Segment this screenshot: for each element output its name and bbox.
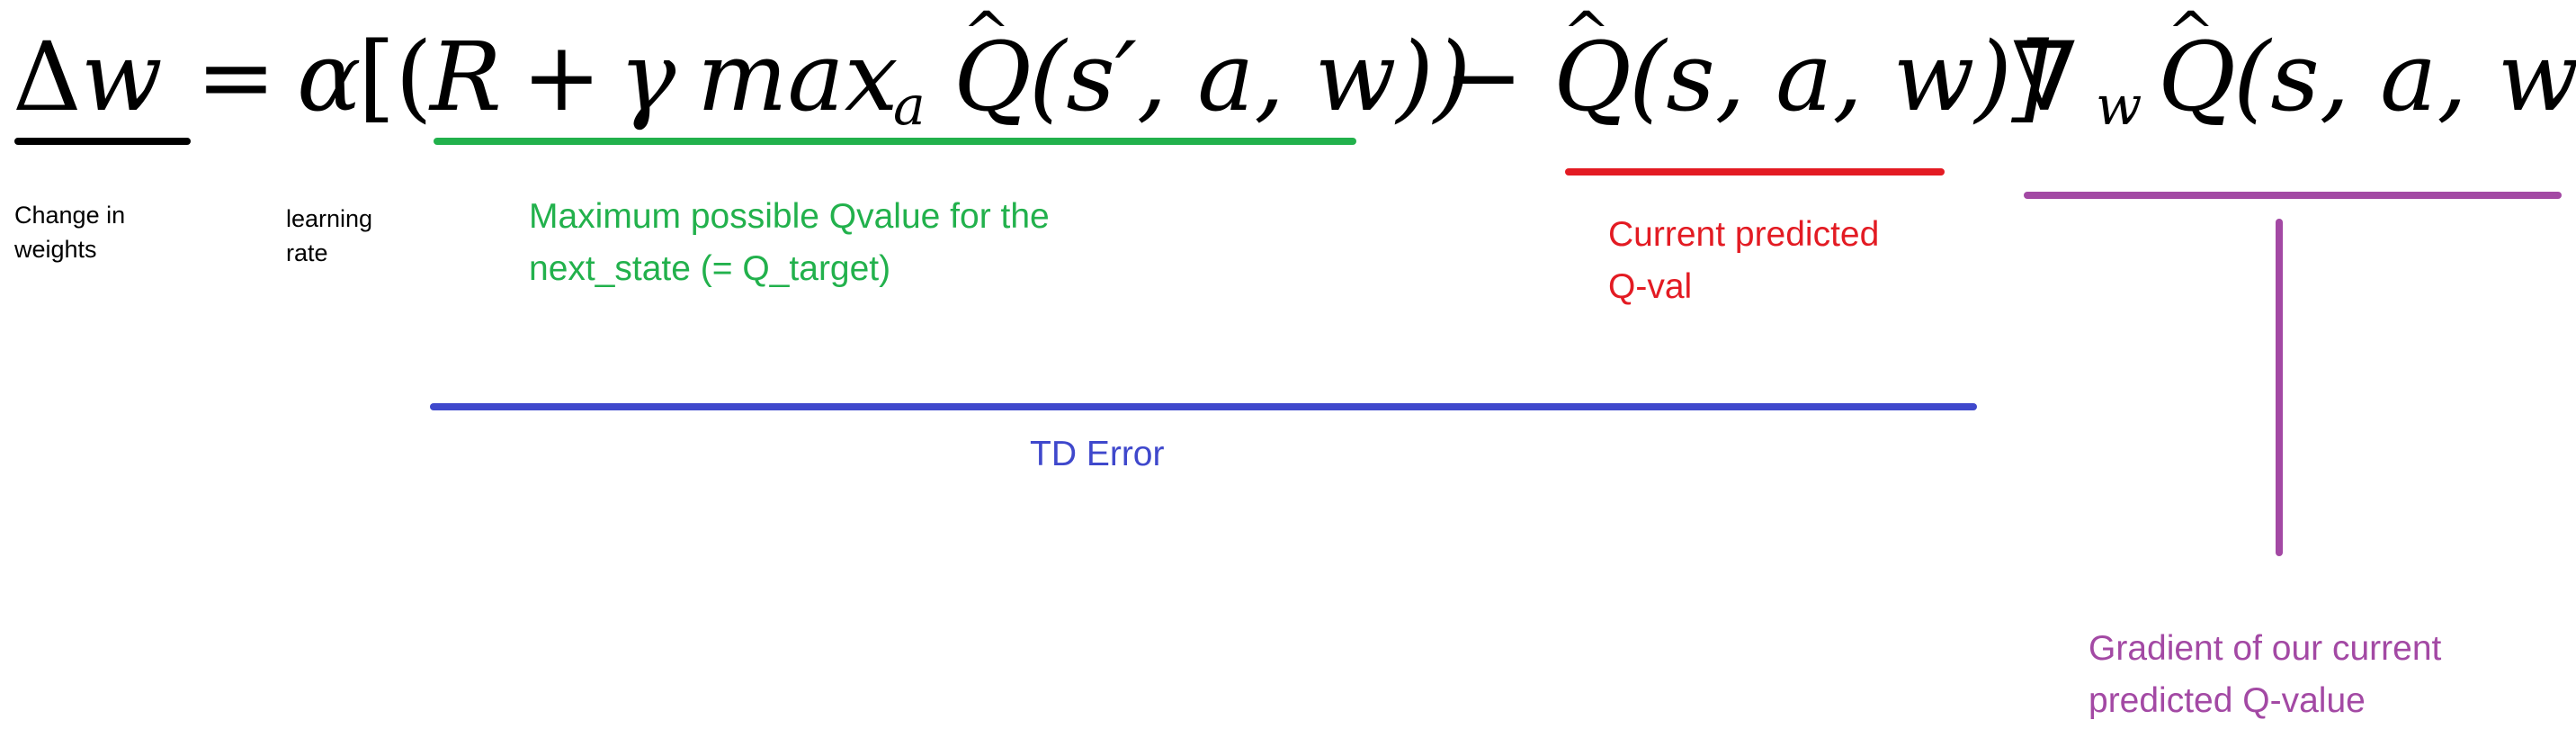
q-target-args: (s′, a, w)) <box>1029 22 1471 132</box>
max-q-line-1: Maximum possible Qvalue for the <box>529 197 1050 236</box>
learning-rate-label: learning rate <box>286 202 372 270</box>
reward-symbol: R <box>428 22 502 132</box>
plus-sign: + <box>522 22 602 132</box>
gradient-connector-line <box>2276 219 2283 556</box>
q-hat-current: Q <box>1553 22 1632 132</box>
minus-sign: − <box>1444 22 1524 132</box>
gradient-line-1: Gradient of our current <box>2089 629 2442 668</box>
q-current-args: (s, a, w)] <box>1629 22 2050 132</box>
q-hat-gradient: Q <box>2158 22 2236 132</box>
weight-symbol: w <box>81 22 163 132</box>
current-q-label: Current predicted Q-val <box>1608 209 1879 313</box>
q-learning-weight-update-equation: Δ w = α [( R + γ max a ^ Q (s′, a, w)) −… <box>13 0 2576 138</box>
gamma-symbol: γ <box>619 22 676 132</box>
delta-symbol: Δ <box>13 22 82 132</box>
td-error-label: TD Error <box>1030 428 1165 481</box>
td-error-text: TD Error <box>1030 435 1165 473</box>
max-subscript-a: a <box>893 75 926 138</box>
q-hat-target: Q <box>953 22 1032 132</box>
current-q-underline <box>1565 168 1945 176</box>
equals-sign: = <box>196 22 276 132</box>
max-q-underline <box>434 138 1356 145</box>
alpha-symbol: α <box>297 22 362 132</box>
current-q-line-2: Q-val <box>1608 267 1693 306</box>
learning-rate-line-2: rate <box>286 239 328 266</box>
gradient-label: Gradient of our current predicted Q-valu… <box>2089 623 2441 727</box>
q-gradient-args: (s, a, w) <box>2233 22 2576 132</box>
nabla-symbol: ∇ <box>2011 22 2078 132</box>
open-brackets: [( <box>358 22 433 132</box>
change-in-weights-line-2: weights <box>14 236 97 263</box>
gradient-underline <box>2024 192 2562 199</box>
max-q-label: Maximum possible Qvalue for the next_sta… <box>529 191 1050 295</box>
learning-rate-line-1: learning <box>286 205 373 232</box>
change-in-weights-label: Change in weights <box>14 198 125 266</box>
gradient-line-2: predicted Q-value <box>2089 681 2366 720</box>
nabla-subscript-w: w <box>2096 75 2142 138</box>
max-q-line-2: next_state (= Q_target) <box>529 249 891 288</box>
delta-w-underline <box>14 138 191 145</box>
max-operator: max <box>697 22 899 132</box>
change-in-weights-line-1: Change in <box>14 202 126 229</box>
current-q-line-1: Current predicted <box>1608 215 1880 254</box>
td-error-line <box>430 403 1977 410</box>
